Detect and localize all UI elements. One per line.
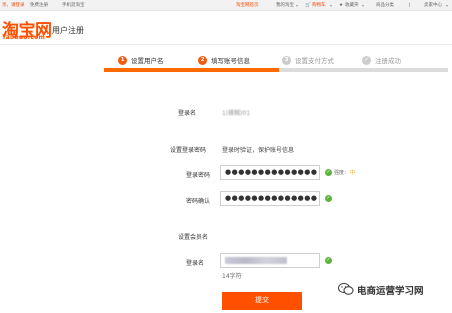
mobile-link[interactable]: 手机逛淘宝	[62, 0, 85, 11]
seller-center-link[interactable]: 卖家中心	[424, 0, 442, 11]
cart-icon: 🛒	[305, 3, 311, 8]
check-icon: ✓	[325, 257, 332, 264]
login-name-value: 1(模糊)01	[222, 110, 251, 117]
favorites-link[interactable]: 收藏夹	[345, 0, 359, 11]
my-taobao-link[interactable]: 我的淘宝	[276, 0, 294, 11]
step-number: 2	[198, 55, 207, 65]
member-name-label: 登录名	[186, 260, 205, 267]
password-label: 登录密码	[186, 172, 211, 179]
chevron-down-icon: ▾	[362, 3, 365, 8]
step-number: 3	[282, 55, 291, 65]
member-name-hint: 14字符	[222, 273, 242, 280]
progress-fill	[104, 68, 279, 72]
step-label: 填写账号信息	[211, 57, 250, 65]
header-divider	[0, 44, 452, 45]
strength-value: 中	[350, 170, 356, 176]
chevron-down-icon: ▾	[330, 3, 333, 8]
register-link[interactable]: 免费注册	[30, 0, 48, 11]
step-4: ✓ 注册成功	[362, 54, 401, 66]
member-section-label: 设置会员名	[178, 234, 209, 241]
watermark-text: 电商运营学习网	[357, 286, 424, 297]
step-2: 2 填写账号信息	[198, 54, 250, 66]
separator: |	[409, 3, 411, 8]
password-section-hint: 登录时验证，保护账号信息	[222, 147, 295, 154]
step-label: 设置支付方式	[295, 57, 334, 65]
chevron-down-icon: ▾	[446, 3, 449, 8]
chevron-down-icon: ▾	[296, 3, 299, 8]
cart-link[interactable]: 购物车	[312, 0, 326, 11]
categories-link[interactable]: 商品分类	[376, 0, 394, 11]
star-icon: ★	[339, 3, 344, 8]
check-icon: ✓	[325, 169, 332, 176]
password-section-label: 设置登录密码	[170, 147, 207, 154]
home-link[interactable]: 淘宝网首页	[236, 0, 259, 11]
page-title: 用户注册	[52, 26, 84, 35]
step-number: 1	[118, 55, 127, 65]
check-icon: ✓	[362, 55, 371, 65]
strength-label: 强度：	[334, 170, 350, 176]
taobao-logo-sub: Taobao.com	[2, 34, 46, 41]
submit-button[interactable]: 提交	[222, 292, 302, 310]
login-link[interactable]: 亲，请登录	[2, 0, 25, 11]
confirm-password-input[interactable]: ●●●●●●●●●●●●●●	[220, 191, 320, 206]
step-1: 1 设置用户名	[118, 54, 164, 66]
password-input[interactable]: ●●●●●●●●●●●●●●	[220, 165, 320, 180]
confirm-password-label: 密码确认	[186, 198, 211, 205]
login-name-label: 登录名	[178, 110, 197, 117]
check-icon: ✓	[325, 195, 332, 202]
step-label: 设置用户名	[131, 57, 164, 65]
member-name-input[interactable]	[220, 253, 320, 268]
blurred-value	[225, 257, 287, 264]
step-3: 3 设置支付方式	[282, 54, 334, 66]
wechat-icon	[338, 282, 354, 295]
site-topbar: 亲，请登录 免费注册 手机逛淘宝 淘宝网首页 我的淘宝 ▾ 🛒 购物车 ▾ ★ …	[0, 0, 452, 11]
step-label: 注册成功	[375, 57, 401, 65]
